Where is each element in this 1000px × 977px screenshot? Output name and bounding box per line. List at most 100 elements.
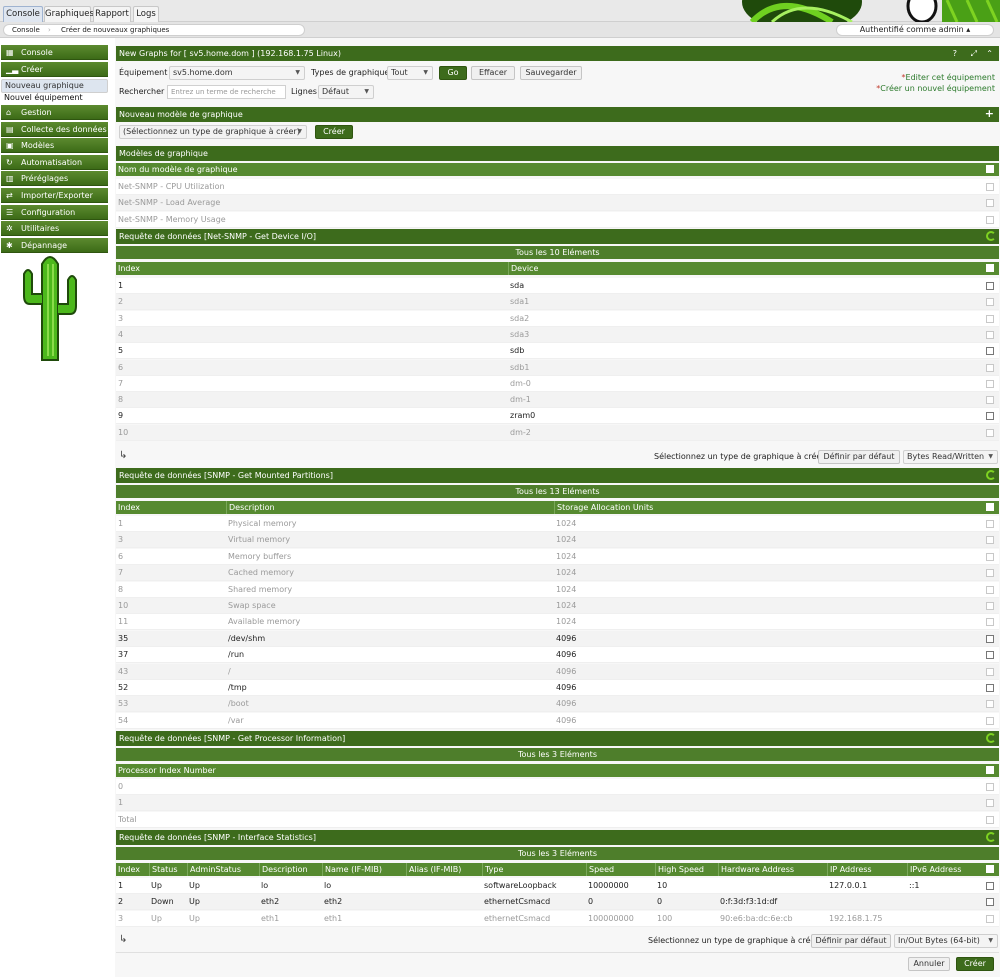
table-row[interactable]: Net-SNMP - Load Average — [116, 195, 999, 212]
sidebar-item-collecte[interactable]: ▤ Collecte des données — [1, 122, 108, 137]
table-row[interactable]: 54/var 4096 — [116, 712, 999, 729]
table-row[interactable]: 10 dm-2 — [116, 424, 999, 441]
row-checkbox[interactable] — [986, 882, 994, 890]
row-checkbox[interactable] — [986, 536, 994, 545]
new-template-create-button[interactable]: Créer — [315, 125, 353, 139]
table-row[interactable]: Net-SNMP - Memory Usage — [116, 211, 999, 228]
row-checkbox[interactable] — [986, 716, 994, 725]
select-all-checkbox[interactable] — [986, 503, 994, 511]
row-checkbox[interactable] — [986, 651, 994, 660]
dq1-type-select[interactable]: Bytes Read/Written ▼ — [903, 450, 998, 464]
table-row[interactable]: 37/run 4096 — [116, 647, 999, 664]
table-row[interactable]: 11 Available memory 1024 — [116, 614, 999, 631]
refresh-icon[interactable] — [986, 231, 996, 241]
row-checkbox[interactable] — [986, 396, 994, 405]
table-row[interactable]: 7 Cached memory 1024 — [116, 565, 999, 582]
row-checkbox[interactable] — [986, 585, 994, 594]
sidebar-item-preglages[interactable]: ▥ Préréglages — [1, 171, 108, 186]
row-checkbox[interactable] — [986, 799, 994, 808]
row-checkbox[interactable] — [986, 282, 994, 290]
row-checkbox[interactable] — [986, 898, 994, 907]
row-checkbox[interactable] — [986, 314, 994, 323]
row-checkbox[interactable] — [986, 298, 994, 307]
select-all-checkbox[interactable] — [986, 165, 994, 173]
row-checkbox[interactable] — [986, 330, 994, 339]
graph-types-select[interactable]: Tout ▼ — [387, 66, 433, 80]
crumb-console[interactable]: Console — [12, 25, 40, 35]
table-row[interactable]: 53/boot 4096 — [116, 696, 999, 713]
sidebar-sub-new-graph[interactable]: Nouveau graphique — [1, 79, 108, 93]
table-row[interactable]: 43 / 4096 — [116, 663, 999, 680]
row-checkbox[interactable] — [986, 347, 994, 356]
table-row[interactable]: 0 — [116, 779, 999, 795]
tab-rapport[interactable]: Rapport — [93, 6, 131, 22]
plus-icon[interactable]: + — [985, 107, 994, 121]
table-row[interactable]: 1 Physical memory 1024 — [116, 516, 999, 532]
row-checkbox[interactable] — [986, 700, 994, 709]
table-row[interactable]: 1 sda — [116, 278, 999, 294]
table-row[interactable]: 7 dm-0 — [116, 375, 999, 392]
create-button[interactable]: Créer — [956, 957, 994, 971]
expand-icon[interactable]: ⤢ — [971, 46, 977, 61]
select-all-checkbox[interactable] — [986, 865, 994, 873]
table-row[interactable]: 4 sda3 — [116, 326, 999, 343]
table-row[interactable]: 5 sdb — [116, 343, 999, 360]
row-checkbox[interactable] — [986, 552, 994, 561]
row-checkbox[interactable] — [986, 428, 994, 437]
row-checkbox[interactable] — [986, 520, 994, 528]
collapse-icon[interactable]: ⌃ — [986, 46, 993, 61]
table-row[interactable]: 3 Virtual memory 1024 — [116, 532, 999, 549]
create-device-link[interactable]: *Créer un nouvel équipement — [876, 84, 995, 93]
row-checkbox[interactable] — [986, 783, 994, 791]
table-row[interactable]: 6 Memory buffers 1024 — [116, 548, 999, 565]
refresh-icon[interactable] — [986, 832, 996, 842]
sidebar-item-gestion[interactable]: ⌂ Gestion — [1, 105, 108, 120]
row-checkbox[interactable] — [986, 914, 994, 923]
select-all-checkbox[interactable] — [986, 264, 994, 272]
row-checkbox[interactable] — [986, 379, 994, 388]
row-checkbox[interactable] — [986, 618, 994, 627]
dq1-default-button[interactable]: Définir par défaut — [818, 450, 900, 464]
go-button[interactable]: Go — [439, 66, 467, 80]
device-select[interactable]: sv5.home.dom ▼ — [169, 66, 305, 80]
table-row[interactable]: 1 — [116, 795, 999, 812]
edit-device-link[interactable]: *Editer cet équipement — [902, 73, 995, 82]
refresh-icon[interactable] — [986, 733, 996, 743]
sidebar-item-creer[interactable]: ▁▃ Créer — [1, 62, 108, 77]
row-checkbox[interactable] — [986, 412, 994, 421]
dq4-type-select[interactable]: In/Out Bytes (64-bit) ▼ — [894, 934, 998, 948]
rows-select[interactable]: Défaut ▼ — [318, 85, 374, 99]
tab-graphiques[interactable]: Graphiques — [44, 6, 94, 22]
auth-status[interactable]: Authentifié comme admin ▴ — [836, 24, 994, 36]
row-checkbox[interactable] — [986, 183, 994, 191]
row-checkbox[interactable] — [986, 667, 994, 676]
search-input[interactable]: Entrez un terme de recherche — [167, 85, 286, 99]
crumb-new-graphs[interactable]: Créer de nouveaux graphiques — [61, 25, 169, 35]
row-checkbox[interactable] — [986, 602, 994, 610]
table-row[interactable]: 8 Shared memory 1024 — [116, 581, 999, 598]
sidebar-item-configuration[interactable]: ☰ Configuration — [1, 205, 108, 220]
row-checkbox[interactable] — [986, 634, 994, 643]
sidebar-item-modeles[interactable]: ▣ Modèles — [1, 138, 108, 153]
table-row[interactable]: 2 Down Up eth2 eth2 ethernetCsmacd 0 0 0:f:3d:f3… — [116, 894, 999, 911]
help-icon[interactable]: ? — [953, 46, 957, 61]
sidebar-sub-new-device[interactable]: Nouvel équipement — [1, 92, 108, 104]
sidebar-item-utilitaires[interactable]: ✲ Utilitaires — [1, 221, 108, 236]
new-template-select[interactable]: (Sélectionnez un type de graphique à cré… — [119, 125, 307, 139]
sidebar-item-import-export[interactable]: ⇄ Importer/Exporter — [1, 188, 108, 203]
table-row[interactable]: 1 Up Up lo lo softwareLoopback 10000000 10 127.0… — [116, 878, 999, 894]
row-checkbox[interactable] — [986, 199, 994, 208]
table-row[interactable]: Total — [116, 811, 999, 828]
table-row[interactable]: 8 dm-1 — [116, 392, 999, 409]
table-row[interactable]: 3 sda2 — [116, 310, 999, 327]
tab-console[interactable]: Console — [3, 6, 43, 22]
row-checkbox[interactable] — [986, 684, 994, 692]
tab-logs[interactable]: Logs — [133, 6, 159, 22]
dq4-default-button[interactable]: Définir par défaut — [811, 934, 891, 948]
sidebar-item-console[interactable]: ▦ Console — [1, 45, 108, 60]
row-checkbox[interactable] — [986, 569, 994, 578]
row-checkbox[interactable] — [986, 815, 994, 824]
table-row[interactable]: 35/dev/shm 4096 — [116, 630, 999, 647]
row-checkbox[interactable] — [986, 215, 994, 224]
table-row[interactable]: 3 Up Up eth1 eth1 ethernetCsmacd 100000000 100 9… — [116, 910, 999, 927]
